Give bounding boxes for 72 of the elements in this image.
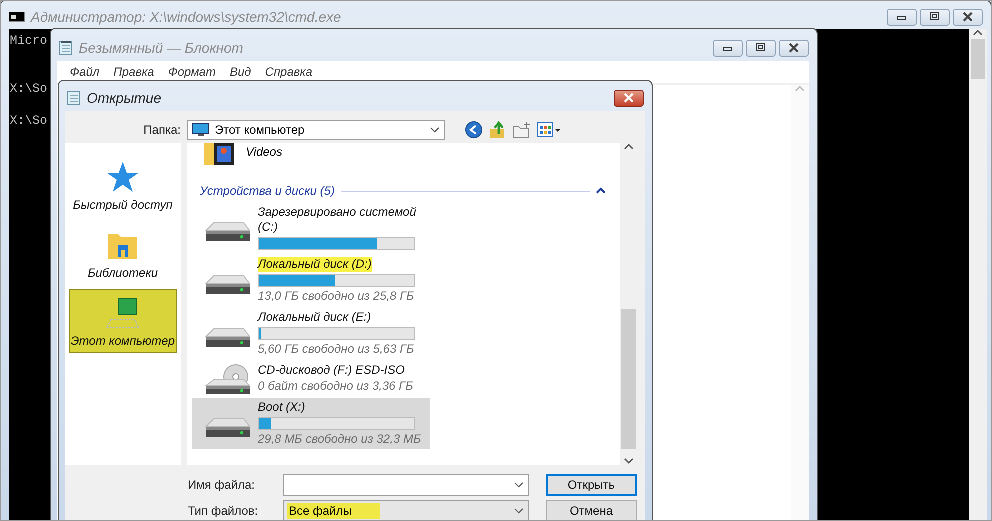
menu-item[interactable]: Правка — [106, 63, 162, 81]
scrollbar[interactable] — [969, 29, 987, 520]
drive-item[interactable]: Локальный диск (D:) 13,0 ГБ свободно из 25,8 ГБ — [192, 255, 430, 306]
computer-icon — [105, 296, 141, 330]
minimize-button[interactable] — [887, 8, 917, 26]
place-item[interactable]: Библиотеки — [69, 221, 177, 285]
dialog-title: Открытие — [87, 90, 162, 106]
scrollbar-thumb[interactable] — [971, 39, 985, 79]
drive-item[interactable]: Локальный диск (E:) 5,60 ГБ свободно из 5,63 ГБ — [192, 308, 430, 359]
file-type-dropdown[interactable]: Все файлы — [283, 500, 529, 521]
dialog-button[interactable]: Открыть — [546, 474, 637, 496]
scroll-up-icon — [624, 143, 634, 151]
view-menu-icon[interactable] — [537, 121, 561, 139]
maximize-icon — [929, 12, 941, 22]
folder-up-icon[interactable] — [489, 121, 507, 139]
back-icon[interactable] — [465, 121, 483, 139]
notepad-icon — [59, 40, 73, 56]
scroll-up-icon — [795, 85, 805, 93]
window-title: Безымянный — Блокнот — [79, 40, 244, 56]
close-icon — [962, 12, 974, 22]
free-space-text: 13,0 ГБ свободно из 25,8 ГБ — [258, 289, 416, 304]
new-folder-icon[interactable] — [513, 121, 531, 139]
notepad-icon — [67, 90, 81, 106]
place-item[interactable]: Быстрый доступ — [69, 153, 177, 217]
file-type-label: Тип файлов: — [188, 504, 260, 518]
free-space-text: 29,8 МБ свободно из 32,3 МБ — [258, 432, 422, 447]
folder-label: Папка: — [142, 123, 181, 137]
free-space-text: 5,60 ГБ свободно из 5,63 ГБ — [258, 342, 416, 357]
menu-item[interactable]: Файл — [63, 63, 107, 81]
menu-item[interactable]: Вид — [222, 63, 258, 81]
free-space-text: 0 байт свободно из 3,36 ГБ — [258, 379, 414, 394]
chevron-down-icon — [430, 127, 440, 133]
drive-item[interactable]: CD-дисковод (F:) ESD-ISO 0 байт свободно из 3,36 ГБ — [192, 361, 430, 396]
console-line: X:\So — [10, 81, 48, 97]
scrollbar-thumb[interactable] — [621, 309, 636, 449]
file-name-label: Имя файла: — [188, 478, 256, 492]
drive-name: Boot (X:) — [258, 400, 306, 415]
maximize-icon — [755, 43, 767, 53]
drive-item[interactable]: Boot (X:) 29,8 МБ свободно из 32,3 МБ — [192, 398, 430, 449]
minimize-button[interactable] — [713, 40, 743, 56]
close-icon — [623, 93, 635, 103]
menu-item[interactable]: Формат — [161, 63, 223, 81]
drive-item[interactable]: Зарезервировано системой (C:) — [192, 203, 430, 253]
group-header[interactable]: Устройства и диски (5) — [200, 184, 335, 198]
console-line: X:\So — [10, 113, 48, 129]
chevron-down-icon — [514, 508, 524, 514]
drive-name: Локальный диск (E:) — [258, 310, 372, 325]
file-name-field[interactable] — [283, 474, 529, 496]
dialog-button[interactable]: Отмена — [546, 500, 637, 521]
maximize-button[interactable] — [920, 8, 950, 26]
close-button[interactable] — [614, 90, 644, 106]
close-icon — [788, 43, 800, 53]
cd-drive-icon — [202, 364, 252, 394]
close-button[interactable] — [953, 8, 983, 26]
star-icon — [105, 160, 141, 194]
menu-item[interactable]: Справка — [258, 63, 320, 81]
drive-name: Зарезервировано системой (C:) — [258, 205, 418, 235]
drive-name: Локальный диск (D:) — [258, 257, 372, 272]
scroll-up-icon — [973, 29, 983, 37]
place-item[interactable]: Этот компьютер — [69, 289, 177, 353]
monitor-icon — [192, 123, 210, 137]
folder-dropdown[interactable]: Этот компьютер — [187, 120, 445, 140]
file-item[interactable]: Videos — [192, 143, 620, 175]
console-line: Micro — [10, 33, 48, 49]
console-icon — [9, 12, 25, 22]
drive-name: CD-дисковод (F:) ESD-ISO — [258, 363, 405, 378]
scroll-down-icon — [624, 457, 634, 465]
close-button[interactable] — [779, 40, 809, 56]
chevron-down-icon — [514, 482, 524, 488]
maximize-button[interactable] — [746, 40, 776, 56]
window-title: Администратор: X:\windows\system32\cmd.exe — [31, 9, 342, 25]
scrollbar[interactable] — [791, 85, 809, 521]
